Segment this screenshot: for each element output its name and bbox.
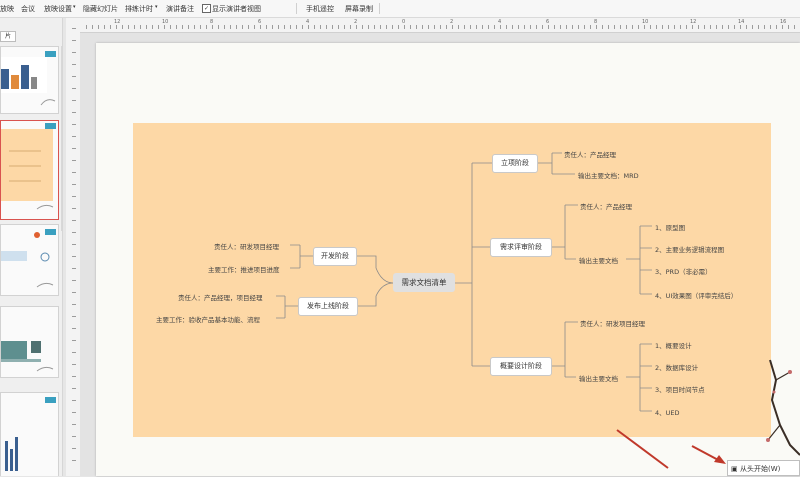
- play-from-start-button[interactable]: ▣ 从头开始(W): [727, 460, 800, 476]
- play-from-start-label: 从头开始(W): [740, 465, 781, 473]
- red-arrow-annotation: [616, 429, 726, 469]
- slideshow-icon: ▣: [731, 465, 738, 473]
